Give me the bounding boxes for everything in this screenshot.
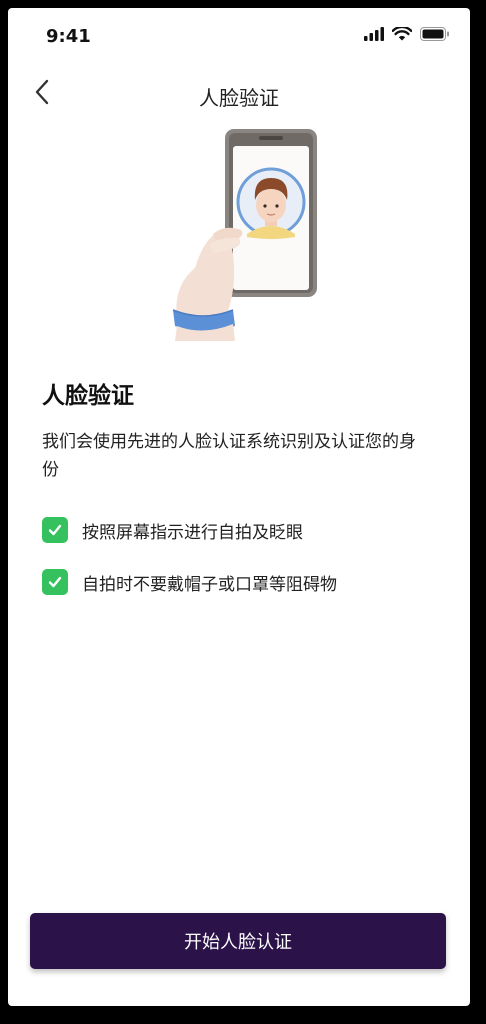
check-icon [42, 569, 68, 595]
battery-icon [420, 26, 450, 45]
start-face-verification-button[interactable]: 开始人脸认证 [30, 913, 446, 969]
check-icon [42, 517, 68, 543]
content-section: 人脸验证 我们会使用先进的人脸认证系统识别及认证您的身份 按照屏幕指示进行自拍及… [42, 376, 440, 608]
status-time: 9:41 [46, 26, 91, 47]
tip-item: 按照屏幕指示进行自拍及眨眼 [42, 504, 440, 556]
tip-item: 自拍时不要戴帽子或口罩等阻碍物 [42, 556, 440, 608]
status-bar: 9:41 [8, 8, 470, 68]
status-icons [364, 25, 450, 45]
section-description: 我们会使用先进的人脸认证系统识别及认证您的身份 [42, 432, 416, 480]
signal-icon [364, 26, 384, 45]
face-verification-illustration [163, 126, 323, 341]
tip-text: 按照屏幕指示进行自拍及眨眼 [82, 522, 303, 543]
page-title: 人脸验证 [199, 86, 279, 110]
nav-bar: 人脸验证 [8, 68, 470, 124]
tip-text: 自拍时不要戴帽子或口罩等阻碍物 [82, 574, 337, 595]
phone-screen: 9:41 人脸验证 人脸验证 我们会使用先进的人脸认证系统识别及认证您的身份 按… [8, 8, 470, 1006]
wifi-icon [391, 25, 413, 45]
section-title: 人脸验证 [42, 383, 134, 409]
